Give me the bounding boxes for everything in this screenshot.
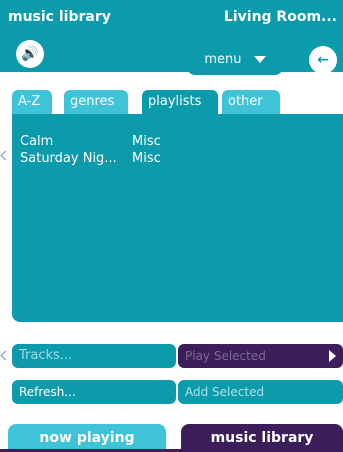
back-button[interactable]: ← [309,46,337,74]
play-icon [329,350,336,362]
tab-genres[interactable]: genres [64,90,128,114]
list-item[interactable]: Saturday Nig... Misc [20,151,161,166]
toolbar-band [0,36,343,72]
playlist-name: Saturday Nig... [20,151,117,166]
tracks-pointer [0,350,11,361]
playlist-category: Misc [132,134,161,149]
menu-button[interactable]: menu [187,45,283,75]
play-selected-label: Play Selected [185,349,266,363]
tab-other[interactable]: other [222,90,280,114]
panel-pointer [0,150,11,161]
now-playing-tab[interactable]: now playing [8,424,166,452]
refresh-button[interactable]: Refresh... [12,380,176,404]
list-item[interactable]: Calm Misc [20,134,161,149]
tracks-button[interactable]: Tracks... [12,344,176,368]
tab-a-z[interactable]: A-Z [12,90,52,114]
app-title: music library [8,9,111,25]
speaker-button[interactable]: 🔊 [16,40,44,68]
chevron-down-icon [253,56,266,63]
playlist-category: Misc [132,151,161,166]
music-library-tab[interactable]: music library [181,424,343,452]
menu-label: menu [204,52,242,67]
speaker-icon: 🔊 [21,46,39,62]
toolbar: 🔊 menu ← [0,36,343,84]
back-arrow-icon: ← [317,52,329,68]
zone-name[interactable]: Living Room... [224,9,337,25]
tab-playlists[interactable]: playlists [142,90,218,114]
playlist-list[interactable]: Calm Misc Saturday Nig... Misc [12,114,343,322]
play-selected-button[interactable]: Play Selected [178,344,343,368]
add-selected-button[interactable]: Add Selected [178,380,343,404]
playlist-name: Calm [20,134,54,149]
title-bar: music library Living Room... [0,0,343,36]
